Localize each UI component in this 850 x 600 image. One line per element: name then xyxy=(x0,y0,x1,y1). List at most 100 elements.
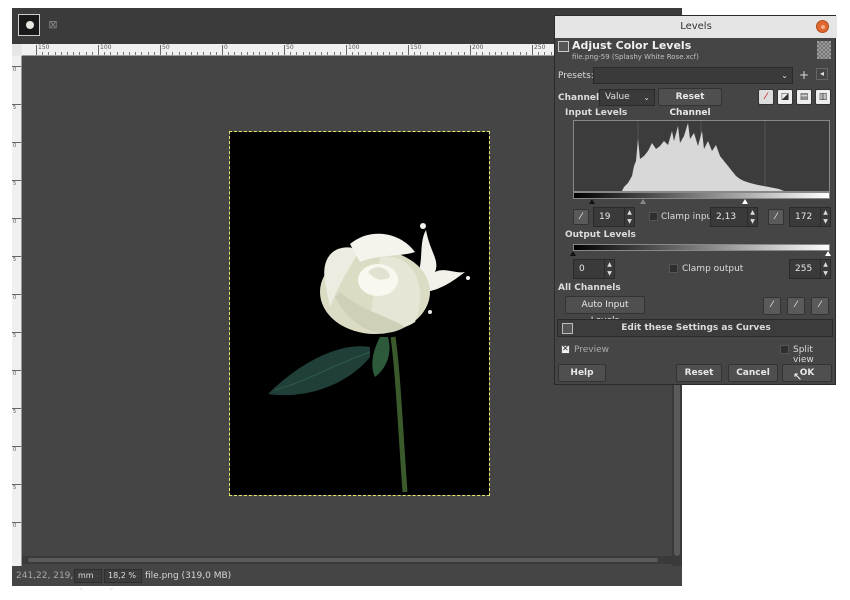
output-low-spinner[interactable]: 0 ▲ ▼ xyxy=(573,259,615,279)
ruler-tick-label: 50 xyxy=(160,45,170,55)
ruler-minor-tick xyxy=(507,52,509,55)
spinner-arrows-icon[interactable]: ▲ ▼ xyxy=(747,208,757,226)
close-button[interactable] xyxy=(816,20,829,33)
ruler-minor-tick xyxy=(383,52,385,55)
spinner-arrows-icon[interactable]: ▲ ▼ xyxy=(820,260,830,278)
tab-close-icon[interactable]: ⊠ xyxy=(44,16,62,34)
pick-white-point-icon[interactable]: ⁄ xyxy=(768,209,784,225)
ruler-minor-tick xyxy=(426,52,428,55)
input-histogram[interactable] xyxy=(573,120,830,192)
ruler-tick-label: 50 xyxy=(284,45,294,55)
input-black-point-handle[interactable] xyxy=(589,199,595,204)
ruler-minor-tick xyxy=(333,52,335,55)
ruler-minor-tick xyxy=(116,52,118,55)
levels-icon xyxy=(558,41,569,52)
ruler-tick-label: 5 xyxy=(12,180,21,194)
channel-select[interactable]: Value ⌄ xyxy=(599,89,655,106)
ruler-minor-tick xyxy=(339,52,341,55)
ruler-tick-label: 0 xyxy=(12,142,21,156)
ruler-tick-label: 0 xyxy=(12,370,21,384)
ruler-minor-tick xyxy=(203,52,205,55)
ruler-minor-tick xyxy=(327,52,329,55)
ruler-minor-tick xyxy=(463,52,465,55)
histogram-view-alt-icon[interactable]: ▥ xyxy=(815,89,831,105)
presets-select[interactable]: ⌄ xyxy=(593,67,793,84)
add-preset-icon[interactable]: + xyxy=(799,68,809,82)
preview-checkbox[interactable] xyxy=(561,344,570,354)
ruler-minor-tick xyxy=(389,52,391,55)
ruler-minor-tick xyxy=(401,52,403,55)
histogram-graph xyxy=(622,121,784,191)
preview-label: Preview xyxy=(574,345,610,355)
ruler-minor-tick xyxy=(457,52,459,55)
ruler-tick-label: 5 xyxy=(12,104,21,118)
linear-histogram-icon[interactable]: ⁄ xyxy=(758,89,774,105)
clamp-output-checkbox[interactable] xyxy=(669,264,678,273)
ruler-minor-tick xyxy=(178,52,180,55)
pick-black-point-icon[interactable]: ⁄ xyxy=(573,209,589,225)
unit-select[interactable]: mm ⌄ xyxy=(74,569,102,592)
chevron-down-icon: ⌄ xyxy=(781,71,788,80)
ruler-minor-tick xyxy=(85,52,87,55)
input-low-spinner[interactable]: 19 ▲ ▼ xyxy=(593,207,635,227)
pick-gray-eyedropper-icon[interactable]: ⁄ xyxy=(787,297,805,315)
ruler-minor-tick xyxy=(308,52,310,55)
pick-black-eyedropper-icon[interactable]: ⁄ xyxy=(763,297,781,315)
input-low-value: 19 xyxy=(599,212,611,222)
output-level-sliders[interactable] xyxy=(570,251,831,256)
help-button[interactable]: Help xyxy=(558,364,606,382)
reset-button[interactable]: Reset xyxy=(676,364,722,382)
histogram-view-icon[interactable]: ▤ xyxy=(796,89,812,105)
ruler-tick-label: 5 xyxy=(12,484,21,498)
output-high-spinner[interactable]: 255 ▲ ▼ xyxy=(789,259,831,279)
gamma-spinner[interactable]: 2,13 ▲ ▼ xyxy=(710,207,758,227)
ruler-minor-tick xyxy=(525,52,527,55)
input-gamma-handle[interactable] xyxy=(640,199,646,204)
ruler-minor-tick xyxy=(501,52,502,55)
ok-button[interactable]: OK xyxy=(782,364,832,382)
log-histogram-icon[interactable]: ◪ xyxy=(777,89,793,105)
all-channels-label: All Channels xyxy=(558,283,621,293)
chevron-down-icon: ⌄ xyxy=(108,583,115,592)
ruler-minor-tick xyxy=(104,52,106,55)
ruler-minor-tick xyxy=(67,52,68,55)
image-tab-thumbnail[interactable] xyxy=(18,14,40,36)
pick-white-eyedropper-icon[interactable]: ⁄ xyxy=(811,297,829,315)
ruler-minor-tick xyxy=(439,52,440,55)
cancel-button[interactable]: Cancel xyxy=(728,364,778,382)
image-layer[interactable] xyxy=(229,131,490,496)
reset-channel-button[interactable]: Reset Channel xyxy=(658,88,722,118)
input-level-sliders[interactable] xyxy=(573,199,830,205)
channel-label: Channel: xyxy=(558,93,603,103)
preset-menu-icon[interactable]: ◂ xyxy=(816,68,828,80)
horizontal-scroll-thumb[interactable] xyxy=(28,558,658,562)
ruler-minor-tick xyxy=(358,52,360,55)
chevron-down-icon: ⌄ xyxy=(643,93,650,102)
edit-as-curves-button[interactable]: Edit these Settings as Curves xyxy=(557,319,833,337)
ruler-corner-button[interactable] xyxy=(12,44,22,56)
spinner-arrows-icon[interactable]: ▲ ▼ xyxy=(604,260,614,278)
levels-titlebar[interactable]: Levels xyxy=(555,16,837,38)
ruler-tick-label: 0 xyxy=(12,446,21,460)
ruler-minor-tick xyxy=(48,52,50,55)
spinner-arrows-icon[interactable]: ▲ ▼ xyxy=(624,208,634,226)
output-black-handle[interactable] xyxy=(570,251,576,256)
ruler-minor-tick xyxy=(42,52,44,55)
zoom-select[interactable]: 18,2 % ⌄ xyxy=(104,569,142,592)
auto-input-levels-button[interactable]: Auto Input Levels xyxy=(565,296,645,326)
dialog-subheading: file.png-59 (Splashy White Rose.xcf) xyxy=(572,53,699,61)
ruler-tick-label: 5 xyxy=(12,408,21,422)
spinner-arrows-icon[interactable]: ▲ ▼ xyxy=(820,208,830,226)
ruler-minor-tick xyxy=(352,52,354,55)
ruler-minor-tick xyxy=(60,52,62,55)
horizontal-scrollbar[interactable] xyxy=(22,556,672,564)
input-levels-label: Input Levels xyxy=(565,108,628,118)
input-white-point-handle[interactable] xyxy=(742,199,748,204)
output-white-handle[interactable] xyxy=(825,251,831,256)
ruler-minor-tick xyxy=(321,52,323,55)
presets-label: Presets: xyxy=(558,71,594,81)
vertical-ruler[interactable]: 0 5 0 5 0 5 0 5 0 5 0 5 0 xyxy=(12,56,22,568)
input-high-spinner[interactable]: 172 ▲ ▼ xyxy=(789,207,831,227)
split-view-checkbox[interactable] xyxy=(780,345,789,354)
clamp-input-checkbox[interactable] xyxy=(649,212,658,221)
